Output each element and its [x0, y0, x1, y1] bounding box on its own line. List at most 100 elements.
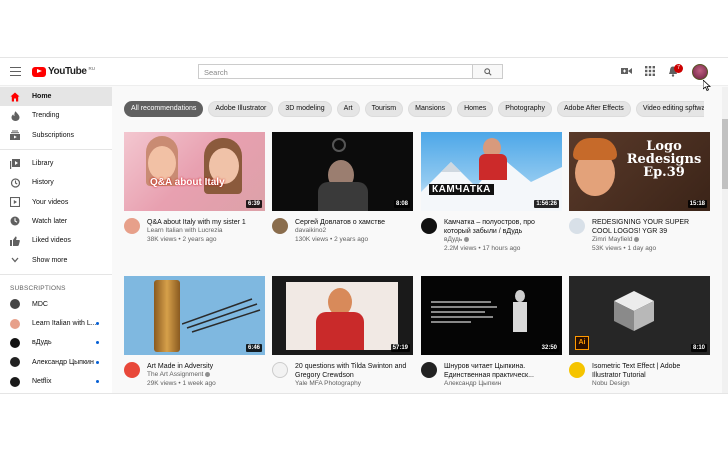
youtube-logo[interactable]: YouTube RU: [32, 66, 95, 77]
video-title[interactable]: Сергей Довлатов о хамстве: [295, 218, 413, 227]
subscription-label: вДудь: [32, 339, 52, 347]
sidebar-divider: [0, 273, 112, 275]
verified-icon: [464, 236, 470, 242]
video-stats: 29K views • 1 week ago: [147, 379, 216, 387]
channel-name[interactable]: вДудь: [444, 236, 562, 245]
subscription-label: Netflix: [32, 378, 52, 385]
search-input[interactable]: Search: [198, 64, 473, 79]
chip-3d-modeling[interactable]: 3D modeling: [278, 101, 332, 117]
chip-homes[interactable]: Homes: [457, 101, 494, 117]
video-title[interactable]: Art Made in Adversity: [147, 362, 265, 371]
video-thumbnail[interactable]: 8:08: [272, 132, 413, 211]
video-card[interactable]: Q&A about Italy 6:39 Q&A about Italy wit…: [124, 132, 265, 244]
channel-avatar[interactable]: [124, 218, 140, 234]
video-title[interactable]: Камчатка – полуостров, про который забыл…: [444, 218, 562, 236]
chevron-down-icon: [10, 255, 20, 265]
video-duration: 15:18: [687, 200, 707, 208]
search-button[interactable]: [472, 64, 503, 79]
scrollbar-thumb[interactable]: [722, 119, 728, 189]
video-title[interactable]: Q&A about Italy with my sister 1: [147, 218, 265, 227]
video-title[interactable]: REDESIGNING YOUR SUPER COOL LOGOS! YGR 3…: [592, 218, 710, 236]
video-title[interactable]: Шнуров читает Цыпкина. Единственная прак…: [444, 362, 562, 380]
channel-name[interactable]: Александр Цыпкин: [444, 380, 562, 389]
video-stats: 53K views • 1 day ago: [592, 244, 657, 252]
video-duration: 1:56:26: [534, 200, 559, 208]
verified-icon: [634, 236, 640, 242]
video-card[interactable]: КАМЧАТКА 1:56:26 Камчатка – полуостров, …: [421, 132, 562, 253]
subscription-item[interactable]: MDC: [0, 295, 112, 314]
video-thumbnail[interactable]: 6:46: [124, 276, 265, 355]
video-thumbnail[interactable]: 32:50: [421, 276, 562, 355]
verified-icon: [205, 371, 211, 377]
channel-avatar[interactable]: [569, 362, 585, 378]
page-scrollbar[interactable]: [722, 87, 728, 393]
channel-avatar: [10, 337, 20, 348]
apps-grid-icon[interactable]: [645, 66, 655, 76]
sidebar-item-liked-videos[interactable]: Liked videos: [0, 231, 112, 250]
sidebar-item-trending[interactable]: Trending: [0, 106, 112, 125]
create-video-icon[interactable]: [621, 66, 632, 76]
video-thumbnail[interactable]: 57:19: [272, 276, 413, 355]
video-title[interactable]: Isometric Text Effect | Adobe Illustrato…: [592, 362, 710, 380]
video-thumbnail[interactable]: Ai 8:10: [569, 276, 710, 355]
thumbnail-text: Logo Redesigns Ep.39: [626, 139, 702, 180]
channel-name[interactable]: Learn Italian with Lucrezia: [147, 227, 265, 236]
subscription-item[interactable]: вДудь: [0, 333, 112, 352]
subscription-item[interactable]: Александр Цыпкин: [0, 353, 112, 372]
video-card[interactable]: 6:46 Art Made in Adversity The Art Assig…: [124, 276, 265, 388]
channel-avatar[interactable]: [421, 218, 437, 234]
video-thumbnail[interactable]: КАМЧАТКА 1:56:26: [421, 132, 562, 211]
notification-badge: 7: [674, 64, 683, 73]
subscription-label: Александр Цыпкин: [32, 358, 94, 366]
video-thumbnail[interactable]: Q&A about Italy 6:39: [124, 132, 265, 211]
channel-name[interactable]: Zimri Mayfield: [592, 236, 710, 245]
chip-adobe-after-effects[interactable]: Adobe After Effects: [557, 101, 631, 117]
chip-mansions[interactable]: Mansions: [408, 101, 453, 117]
account-avatar[interactable]: [692, 64, 708, 80]
sidebar-item-history[interactable]: History: [0, 173, 112, 192]
sidebar-item-label: History: [32, 179, 54, 187]
channel-avatar[interactable]: [272, 218, 288, 234]
subscriptions-icon: [10, 130, 20, 141]
subscription-item[interactable]: Netflix: [0, 372, 112, 391]
new-content-dot: [96, 360, 99, 364]
sidebar-item-show-more[interactable]: Show more: [0, 250, 112, 269]
chip-photography[interactable]: Photography: [498, 101, 552, 117]
channel-avatar[interactable]: [569, 218, 585, 234]
logo-text: YouTube: [48, 66, 87, 77]
channel-avatar[interactable]: [272, 362, 288, 378]
sidebar-item-label: Trending: [32, 112, 60, 120]
channel-avatar[interactable]: [124, 362, 140, 378]
video-thumbnail[interactable]: Logo Redesigns Ep.39 15:18: [569, 132, 710, 211]
chips-next-arrow-icon[interactable]: ›: [688, 105, 691, 115]
video-title[interactable]: 20 questions with Tilda Swinton and Greg…: [295, 362, 413, 380]
history-icon: [10, 178, 20, 188]
menu-icon[interactable]: [10, 67, 21, 76]
video-duration: 8:10: [690, 344, 707, 352]
video-card[interactable]: 32:50 Шнуров читает Цыпкина. Единственна…: [421, 276, 562, 389]
subscription-item[interactable]: Learn Italian with L...: [0, 314, 112, 333]
sidebar-item-subscriptions[interactable]: Subscriptions: [0, 126, 112, 145]
channel-name[interactable]: davaikino2: [295, 227, 413, 236]
sidebar-item-library[interactable]: Library: [0, 154, 112, 173]
library-icon: [10, 158, 20, 169]
chip-video-editing-software[interactable]: Video editing softwa: [635, 101, 704, 117]
sidebar-item-your-videos[interactable]: Your videos: [0, 192, 112, 211]
sidebar-item-home[interactable]: Home: [0, 87, 112, 107]
chip-all-recommendations[interactable]: All recommendations: [124, 101, 204, 117]
fork-graphic: [182, 298, 261, 333]
video-card[interactable]: 57:19 20 questions with Tilda Swinton an…: [272, 276, 413, 389]
video-duration: 8:08: [393, 200, 410, 208]
channel-name[interactable]: Nobu Design: [592, 380, 710, 389]
video-card[interactable]: Ai 8:10 Isometric Text Effect | Adobe Il…: [569, 276, 710, 389]
logo-region: RU: [88, 66, 96, 71]
channel-name[interactable]: The Art Assignment: [147, 371, 265, 380]
video-card[interactable]: Logo Redesigns Ep.39 15:18 REDESIGNING Y…: [569, 132, 710, 253]
channel-name[interactable]: Yale MFA Photography: [295, 380, 413, 389]
chip-adobe-illustrator[interactable]: Adobe Illustrator: [208, 101, 274, 117]
chip-tourism[interactable]: Tourism: [364, 101, 404, 117]
chip-art[interactable]: Art: [336, 101, 360, 117]
channel-avatar[interactable]: [421, 362, 437, 378]
video-card[interactable]: 8:08 Сергей Довлатов о хамстве davaikino…: [272, 132, 413, 244]
sidebar-item-watch-later[interactable]: Watch later: [0, 212, 112, 231]
